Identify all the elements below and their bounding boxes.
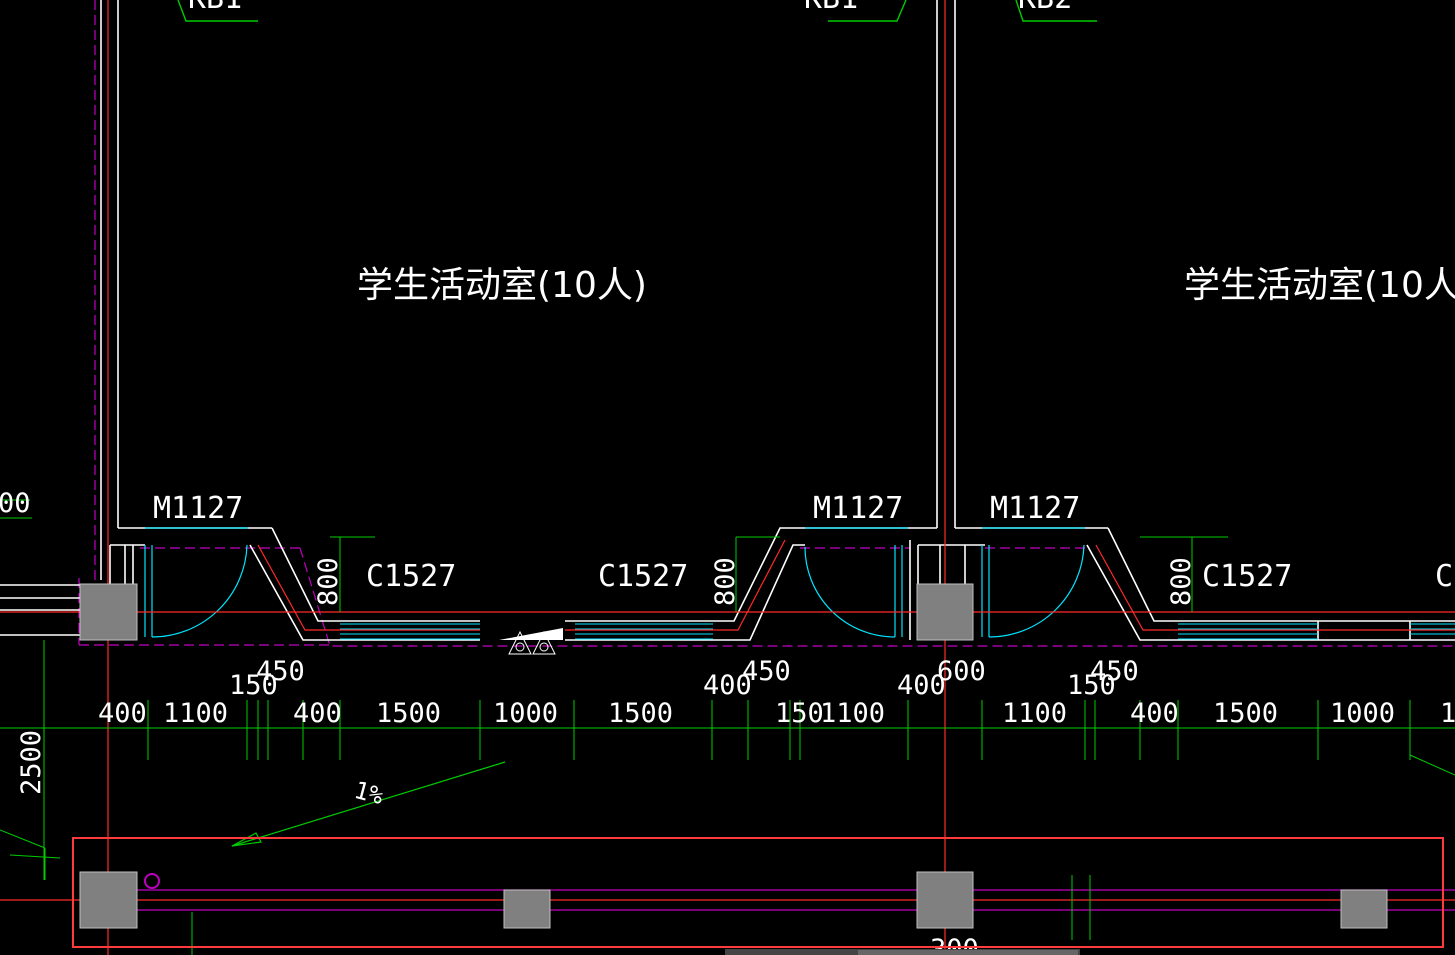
vertical-dim-2: 800	[710, 557, 741, 606]
dim-value: 400	[897, 670, 946, 701]
side-dim-partial: 00	[0, 488, 31, 519]
dim-value: 1100	[1002, 698, 1067, 729]
tag-kb2: KB2	[1018, 0, 1072, 16]
dim-value: 1000	[1330, 698, 1395, 729]
dim-value: 1500	[1213, 698, 1278, 729]
window-tag-3: C1527	[1202, 559, 1292, 594]
column-4	[916, 871, 974, 929]
scrollbar-thumb[interactable]	[858, 950, 1078, 955]
column-2	[916, 583, 974, 641]
cad-drawing-canvas[interactable]: KB1 KB1 KB2	[0, 0, 1455, 955]
tag-kb1-left: KB1	[188, 0, 242, 16]
door-tag-1: M1127	[153, 491, 243, 526]
canvas-background	[0, 0, 1455, 955]
dim-value: 150	[775, 698, 824, 729]
room-label-right: 学生活动室(10人)	[1184, 265, 1455, 306]
column-5	[503, 889, 551, 929]
dim-value: 1100	[820, 698, 885, 729]
dim-value: 400	[98, 698, 147, 729]
column-6	[1340, 889, 1388, 929]
dim-value: 1000	[493, 698, 558, 729]
dim-value: 400	[1130, 698, 1179, 729]
door-tag-3: M1127	[990, 491, 1080, 526]
window-tag-4: C	[1435, 559, 1453, 594]
dim-value: 1	[1440, 698, 1455, 729]
dim-value: 1500	[608, 698, 673, 729]
column-3	[79, 871, 138, 929]
dim-value: 150	[229, 670, 278, 701]
dim-value: 1100	[163, 698, 228, 729]
door-tag-2: M1127	[813, 491, 903, 526]
window-tag-2: C1527	[598, 559, 688, 594]
side-dim-2500: 2500	[16, 730, 47, 795]
dim-value: 150	[1067, 670, 1116, 701]
dim-value: 1500	[376, 698, 441, 729]
dim-value: 400	[703, 670, 752, 701]
vertical-dim-3: 800	[1166, 557, 1197, 606]
dim-value: 400	[293, 698, 342, 729]
vertical-dim-1: 800	[313, 557, 344, 606]
room-label-left: 学生活动室(10人)	[357, 265, 647, 306]
column-1	[79, 583, 138, 641]
window-tag-1: C1527	[366, 559, 456, 594]
tag-kb1-mid: KB1	[804, 0, 858, 16]
